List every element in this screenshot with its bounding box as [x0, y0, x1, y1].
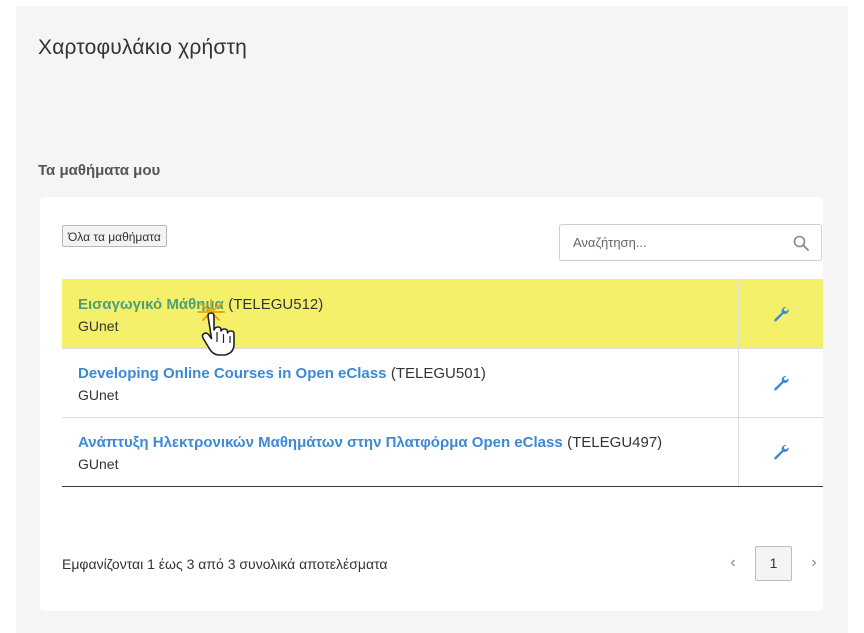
wrench-icon[interactable]	[773, 306, 789, 322]
course-cell: Εισαγωγικό Μάθημα (TELEGU512) GUnet	[62, 279, 739, 349]
search-icon[interactable]	[793, 235, 809, 251]
all-courses-button[interactable]: Όλα τα μαθήματα	[62, 225, 167, 247]
courses-card: Όλα τα μαθήματα Εισαγωγικό Μάθημα (TELEG…	[40, 197, 823, 611]
pagination-prev-button[interactable]: ‹	[717, 554, 749, 572]
course-link[interactable]: Developing Online Courses in Open eClass	[78, 365, 386, 382]
my-courses-heading: Τα μαθήματα μου	[38, 162, 161, 179]
course-cell: Developing Online Courses in Open eClass…	[62, 348, 739, 418]
course-tools-cell	[738, 348, 823, 418]
course-institution: GUnet	[78, 318, 119, 334]
course-tools-cell	[738, 417, 823, 487]
wrench-icon[interactable]	[773, 375, 789, 391]
table-row: Developing Online Courses in Open eClass…	[62, 348, 823, 418]
page-title: Χαρτοφυλάκιο χρήστη	[38, 36, 247, 59]
search-input[interactable]	[561, 226, 788, 259]
portfolio-panel: Χαρτοφυλάκιο χρήστη Τα μαθήματα μου Όλα …	[16, 6, 848, 633]
course-cell: Ανάπτυξη Ηλεκτρονικών Μαθημάτων στην Πλα…	[62, 417, 739, 487]
course-institution: GUnet	[78, 387, 119, 403]
search-box	[559, 224, 822, 261]
table-row: Ανάπτυξη Ηλεκτρονικών Μαθημάτων στην Πλα…	[62, 417, 823, 487]
pagination: ‹ 1 ›	[717, 545, 830, 581]
course-code: (TELEGU501)	[390, 365, 486, 382]
courses-table: Εισαγωγικό Μάθημα (TELEGU512) GUnet Deve…	[62, 279, 823, 487]
course-tools-cell	[738, 279, 823, 349]
course-institution: GUnet	[78, 456, 119, 472]
pagination-next-button[interactable]: ›	[798, 554, 830, 572]
course-link[interactable]: Εισαγωγικό Μάθημα	[78, 296, 224, 313]
pagination-page-button[interactable]: 1	[755, 545, 792, 581]
results-info: Εμφανίζονται 1 έως 3 από 3 συνολικά αποτ…	[62, 556, 388, 572]
table-row: Εισαγωγικό Μάθημα (TELEGU512) GUnet	[62, 279, 823, 349]
wrench-icon[interactable]	[773, 444, 789, 460]
course-link[interactable]: Ανάπτυξη Ηλεκτρονικών Μαθημάτων στην Πλα…	[78, 434, 563, 451]
course-code: (TELEGU497)	[567, 434, 663, 451]
course-code: (TELEGU512)	[228, 296, 324, 313]
